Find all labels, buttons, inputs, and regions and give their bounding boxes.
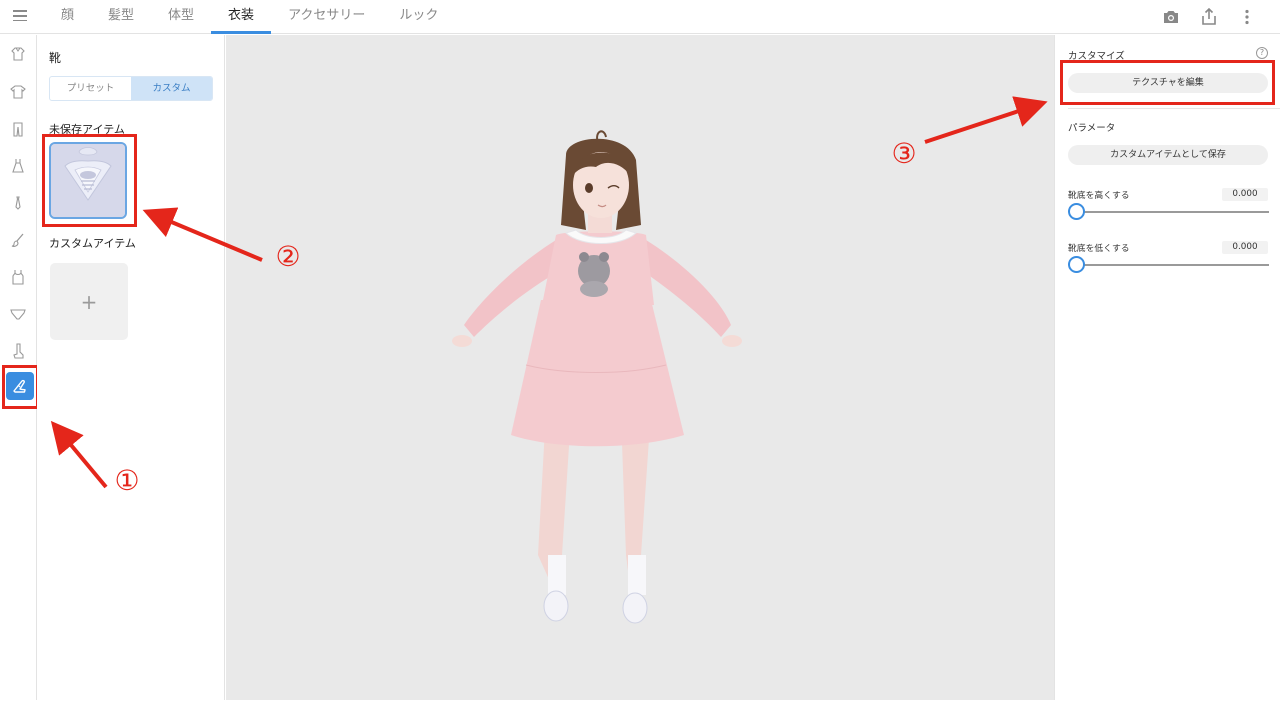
tab-hairstyle[interactable]: 髪型 (91, 0, 151, 34)
annotation-highlight-unsaved-item (42, 134, 137, 227)
tab-look[interactable]: ルック (382, 0, 455, 34)
shirt-icon[interactable] (5, 41, 31, 67)
annotation-highlight-shoe-category (2, 365, 39, 409)
preset-custom-toggle: プリセット カスタム (49, 76, 213, 101)
category-rail (0, 35, 39, 700)
tab-body[interactable]: 体型 (151, 0, 211, 34)
annotation-highlight-edit-texture (1060, 60, 1275, 105)
pants-icon[interactable] (5, 116, 31, 142)
hamburger-menu-icon[interactable] (10, 7, 30, 27)
top-bar: 顔 髪型 体型 衣装 アクセサリー ルック (0, 0, 1280, 34)
tab-face[interactable]: 顔 (44, 0, 91, 34)
plus-icon: + (80, 289, 98, 314)
save-as-custom-item-button[interactable]: カスタムアイテムとして保存 (1068, 145, 1268, 165)
parameters-title: パラメータ (1068, 123, 1116, 134)
lower-sole-label: 靴底を低くする (1068, 244, 1130, 254)
raise-sole-label: 靴底を高くする (1068, 191, 1130, 201)
more-vertical-icon[interactable] (1236, 6, 1258, 28)
camera-icon[interactable] (1160, 6, 1182, 28)
properties-panel: カスタマイズ ? テクスチャを編集 パラメータ カスタムアイテムとして保存 靴底… (1054, 35, 1280, 700)
underwear-icon[interactable] (5, 301, 31, 327)
add-custom-item-button[interactable]: + (50, 263, 128, 340)
divider (1068, 108, 1280, 109)
item-panel: 靴 プリセット カスタム 未保存アイテム カスタムアイテム + (37, 35, 225, 700)
necktie-icon[interactable] (5, 190, 31, 216)
lower-sole-slider-thumb[interactable] (1068, 256, 1085, 273)
sock-icon[interactable] (5, 338, 31, 364)
tshirt-icon[interactable] (5, 79, 31, 105)
segment-custom[interactable]: カスタム (131, 77, 212, 100)
dress-icon[interactable] (5, 153, 31, 179)
raise-sole-value[interactable]: 0.000 (1222, 188, 1268, 201)
share-icon[interactable] (1198, 6, 1220, 28)
segment-preset[interactable]: プリセット (50, 77, 131, 100)
avatar-viewport[interactable] (226, 35, 1054, 700)
help-icon[interactable]: ? (1256, 47, 1268, 59)
category-tabs: 顔 髪型 体型 衣装 アクセサリー ルック (44, 0, 455, 34)
lower-sole-value[interactable]: 0.000 (1222, 241, 1268, 254)
tab-outfit[interactable]: 衣装 (211, 0, 272, 34)
avatar-figure-illustration (452, 130, 742, 624)
top-actions (1160, 6, 1258, 28)
raise-sole-slider-thumb[interactable] (1068, 203, 1085, 220)
custom-items-label: カスタムアイテム (49, 237, 136, 250)
tab-accessory[interactable]: アクセサリー (271, 0, 382, 34)
lower-sole-slider-track[interactable] (1069, 264, 1269, 266)
raise-sole-slider-track[interactable] (1069, 211, 1269, 213)
tanktop-icon[interactable] (5, 264, 31, 290)
brush-icon[interactable] (5, 227, 31, 253)
panel-title: 靴 (49, 51, 62, 65)
